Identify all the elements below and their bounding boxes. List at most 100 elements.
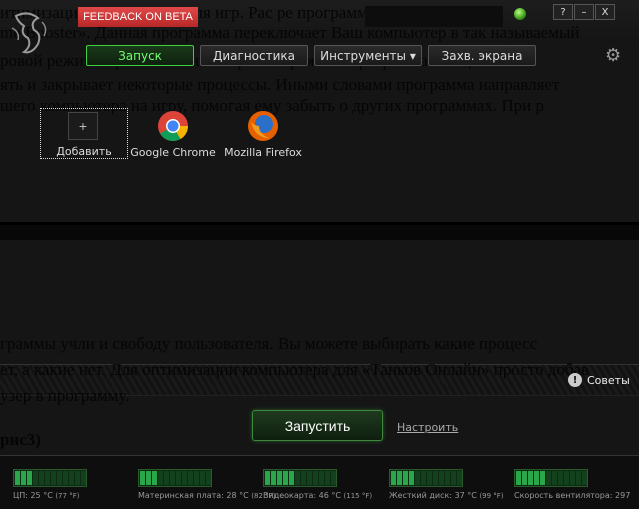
level-segment [199,471,205,485]
level-segment [527,471,533,485]
level-segment [300,471,306,485]
level-segment [44,471,50,485]
level-segment [68,471,74,485]
level-segment [80,471,86,485]
level-segment [312,471,318,485]
sensor-meter: Жесткий диск: 37 °C (99 °F) [389,469,504,500]
level-segment [575,471,581,485]
level-segment [318,471,324,485]
level-segment [193,471,199,485]
level-segment [270,471,276,485]
level-segment [276,471,282,485]
level-segment [408,471,414,485]
level-segment [521,471,527,485]
level-segment [163,471,169,485]
launch-button[interactable]: Запустить [252,410,383,441]
level-segment [38,471,44,485]
level-segment [14,471,20,485]
level-segment [169,471,175,485]
tab-launch[interactable]: Запуск [86,45,194,66]
configure-link[interactable]: Настроить [397,421,458,434]
sensor-label: Жесткий диск: 37 °C (99 °F) [389,491,504,500]
level-segment [563,471,569,485]
level-segment [324,471,330,485]
level-segment [438,471,444,485]
sensor-level-bar [389,469,463,487]
app-label: Mozilla Firefox [224,146,302,159]
level-segment [306,471,312,485]
level-segment [432,471,438,485]
sensor-level-bar [514,469,588,487]
razer-logo-icon [11,12,47,54]
sensor-label: ЦП: 25 °C (77 °F) [13,491,87,500]
help-button[interactable]: ? [553,4,573,20]
level-segment [145,471,151,485]
level-segment [32,471,38,485]
level-segment [539,471,545,485]
sensor-value: Видеокарта: 46 °C [263,491,341,500]
level-segment [569,471,575,485]
background-text: граммы учли и свободу пользователя. Вы м… [0,334,538,353]
divider-band [0,222,639,240]
level-segment [444,471,450,485]
level-segment [187,471,193,485]
sensor-fahrenheit: (99 °F) [479,492,504,500]
chrome-icon [158,111,188,142]
level-segment [396,471,402,485]
sensor-meter: Материнская плата: 28 °C (82 °F) [138,469,275,500]
level-segment [157,471,163,485]
sensor-fahrenheit: (115 °F) [343,492,373,500]
minimize-button[interactable]: – [574,4,594,20]
level-segment [288,471,294,485]
level-segment [175,471,181,485]
level-segment [181,471,187,485]
level-segment [282,471,288,485]
level-segment [456,471,462,485]
background-text: узер в программу. [0,386,130,405]
sensor-value: Материнская плата: 28 °C [138,491,249,500]
redacted-area [365,6,503,27]
level-segment [26,471,32,485]
tab-tools[interactable]: Инструменты ▾ [314,45,422,66]
sensor-fahrenheit: (77 °F) [55,492,80,500]
sensor-value: Скорость вентилятора: 297 [514,491,631,500]
gear-icon[interactable]: ⚙ [605,45,621,66]
sensor-meter: Видеокарта: 46 °C (115 °F) [263,469,372,500]
app-google-chrome[interactable]: Google Chrome [129,108,217,159]
close-button[interactable]: X [595,4,615,20]
tab-screen-capture[interactable]: Захв. экрана [428,45,536,66]
level-segment [20,471,26,485]
status-led-icon [514,8,526,20]
app-mozilla-firefox[interactable]: Mozilla Firefox [219,108,307,159]
level-segment [551,471,557,485]
level-segment [205,471,211,485]
level-segment [581,471,587,485]
level-segment [74,471,80,485]
background-text: рис3) [0,430,41,449]
info-icon: ! [568,373,582,387]
level-segment [450,471,456,485]
level-segment [420,471,426,485]
level-segment [264,471,270,485]
level-segment [515,471,521,485]
add-app-button[interactable]: + Добавить [40,108,128,159]
sensor-value: ЦП: 25 °C [13,491,53,500]
level-segment [56,471,62,485]
level-segment [426,471,432,485]
plus-icon: + [68,112,98,140]
sensor-label: Видеокарта: 46 °C (115 °F) [263,491,372,500]
sensor-level-bar [138,469,212,487]
level-segment [533,471,539,485]
background-text: ять и закрывает некоторые процессы. Иным… [0,75,560,94]
sensor-label: Материнская плата: 28 °C (82 °F) [138,491,275,500]
feedback-button[interactable]: FEEDBACK ON BETA [78,7,198,27]
level-segment [50,471,56,485]
app-label: Google Chrome [130,146,216,159]
tab-diagnostics[interactable]: Диагностика [200,45,308,66]
tips-button[interactable]: ! Советы [568,373,630,387]
level-segment [151,471,157,485]
sensor-meter: Скорость вентилятора: 297 [514,469,630,500]
level-segment [330,471,336,485]
level-segment [62,471,68,485]
sensor-value: Жесткий диск: 37 °C [389,491,477,500]
